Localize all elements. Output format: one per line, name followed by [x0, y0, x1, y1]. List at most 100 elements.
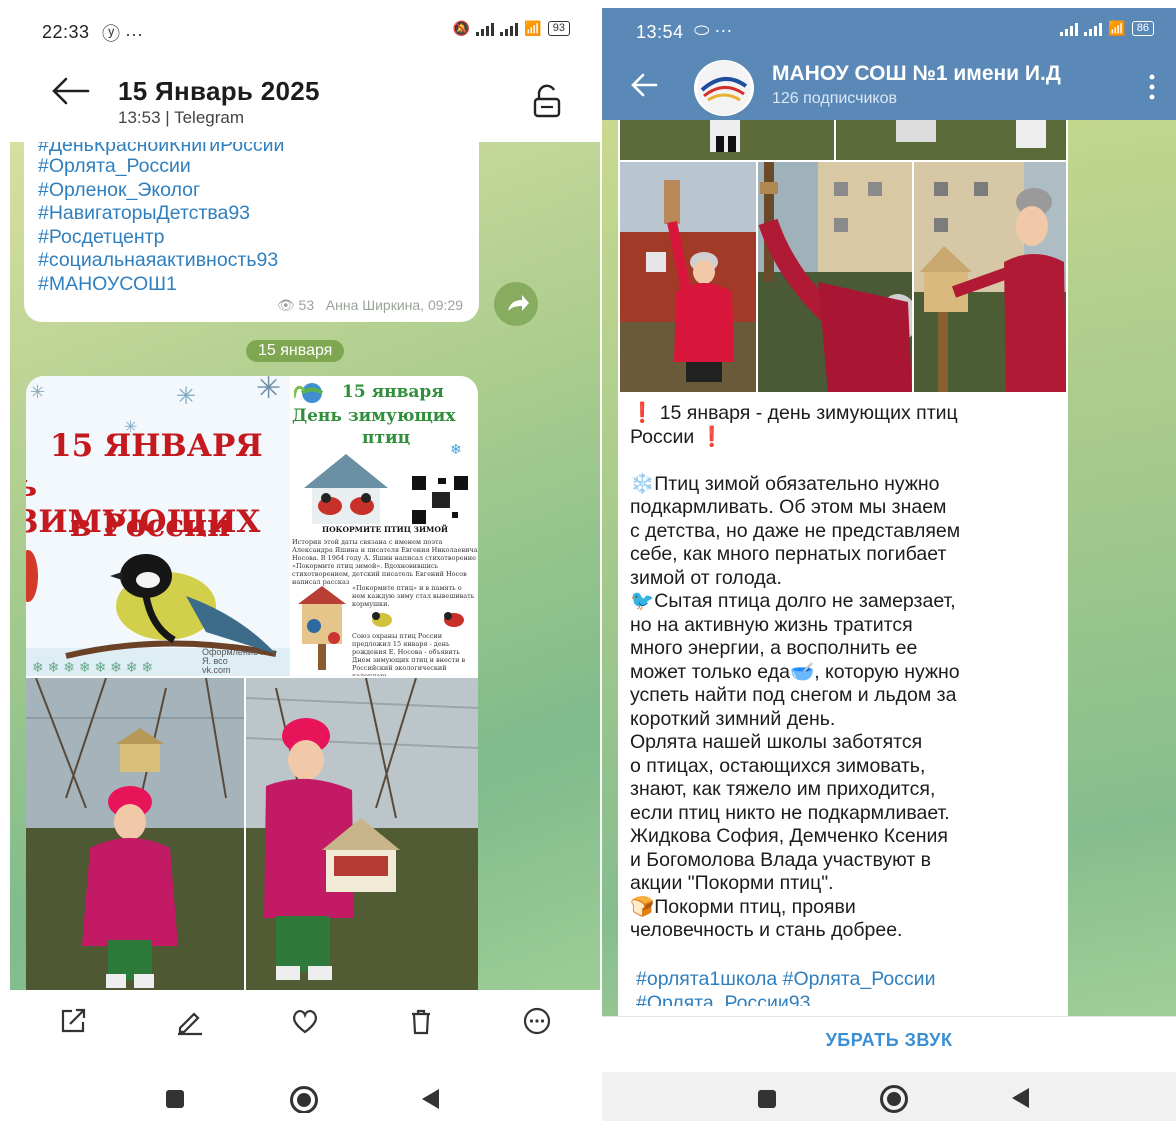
hashtag-list: #ДеньКрасноиКнигиРоссии #Орлята_России #…: [38, 142, 465, 296]
photo-content: [758, 162, 912, 392]
views-count: 53: [298, 297, 315, 313]
message-meta: 👁 53 Анна Ширкина, 09:29: [277, 297, 463, 314]
poster-text: История этой даты связана с именем поэта…: [292, 538, 478, 586]
system-nav-bar: [10, 1050, 600, 1113]
poster-title: День зимующих: [292, 406, 456, 426]
photo-content: [914, 162, 1066, 392]
poster-text: «Покормите птиц» и в память о нем каждую…: [352, 584, 475, 608]
photo-girl-feeder-b[interactable]: [914, 162, 1066, 392]
battery-icon: 86: [1131, 21, 1154, 36]
page-title: 15 Январь 2025: [118, 76, 320, 106]
svg-text:✳: ✳: [256, 376, 281, 405]
feeder-caption: ПОКОРМИТЕ ПТИЦ ЗИМОЙ: [322, 525, 448, 534]
poster-birds-day[interactable]: ✳ ✳ ✳ ✳ ❄ ❄ ❄ ❄ ❄ ❄ ❄ ❄ 15 ЯНВАРЯ ь ЗИМУ…: [26, 376, 290, 676]
heart-icon[interactable]: [290, 1006, 320, 1036]
share-icon[interactable]: [58, 1006, 88, 1036]
page-subtitle: 13:53 | Telegram: [118, 108, 245, 127]
photo-content: [896, 120, 1046, 148]
wifi-icon: 📶: [524, 20, 542, 36]
girl-photo: [26, 678, 244, 990]
status-icons: 🔕 📶 93: [453, 20, 570, 37]
kebab-menu-icon[interactable]: [1148, 72, 1156, 102]
prev-message-bubble: #ДеньКрасноиКнигиРоссии #Орлята_России #…: [24, 142, 479, 322]
back-nav-icon[interactable]: [1012, 1088, 1029, 1108]
home-nav-icon[interactable]: [880, 1085, 908, 1113]
photo-content: [620, 180, 756, 392]
birdhouse-illustration: [298, 586, 346, 670]
system-nav-bar: [602, 1072, 1176, 1121]
back-arrow-icon[interactable]: [630, 72, 658, 98]
hashtag[interactable]: #Орленок_Эколог: [38, 179, 465, 203]
channel-screen: 13:54 ⬭ ··· 📶 86 МАНОУ СОШ №1 имени И.Д …: [602, 8, 1176, 1121]
back-nav-icon[interactable]: [422, 1089, 439, 1109]
signal-icon: [476, 22, 495, 36]
mute-button[interactable]: УБРАТЬ ЗВУК: [602, 1016, 1176, 1072]
channel-avatar[interactable]: [694, 60, 754, 116]
signal-icon: [1060, 22, 1079, 36]
recents-nav-icon[interactable]: [758, 1090, 776, 1108]
unlock-icon[interactable]: [532, 84, 562, 118]
status-time: 13:54: [636, 22, 684, 42]
subscriber-count: 126 подписчиков: [772, 90, 897, 107]
hashtag[interactable]: #НавигаторыДетства93: [38, 202, 465, 226]
hashtag[interactable]: #МАНОУСОШ1: [38, 273, 465, 297]
hashtag[interactable]: #орлята1школа #Орлята_России: [636, 968, 1066, 992]
channel-title[interactable]: МАНОУ СОШ №1 имени И.Д: [772, 62, 1117, 86]
post-text: ❗ 15 января - день зимующих птиц России …: [630, 402, 961, 941]
status-time: 22:33: [42, 22, 90, 42]
media-album: ✳ ✳ ✳ ✳ ❄ ❄ ❄ ❄ ❄ ❄ ❄ ❄ 15 ЯНВАРЯ ь ЗИМУ…: [26, 376, 478, 990]
back-arrow-icon[interactable]: [50, 76, 90, 106]
status-extra: ⬭ ···: [694, 20, 733, 40]
more-icon[interactable]: [522, 1006, 552, 1036]
photo-top-left[interactable]: [620, 120, 834, 160]
status-icons: 📶 86: [1060, 20, 1154, 37]
hashtag[interactable]: #социальнаяактивность93: [38, 249, 465, 273]
photo-content: [710, 120, 740, 152]
hashtag[interactable]: #ДеньКрасноиКнигиРоссии: [38, 142, 465, 155]
school-logo: [697, 61, 751, 115]
poster-info[interactable]: 15 января День зимующих птиц ❄ ПОКОРМИТЕ…: [292, 376, 478, 676]
signal-icon: [500, 22, 519, 36]
mute-icon: 🔕: [452, 20, 471, 36]
chat-area: #ДеньКрасноиКнигиРоссии #Орлята_России #…: [10, 142, 600, 990]
edit-icon[interactable]: [174, 1006, 204, 1036]
gallery-header: 15 Январь 2025 13:53 | Telegram: [10, 56, 600, 142]
photo-girl-bottle[interactable]: [620, 162, 756, 392]
gallery-screen: 22:33 ⓨ ··· 🔕 📶 93 15 Январь 2025 13:53 …: [10, 8, 600, 1113]
birds-illustration: [372, 612, 464, 627]
date-separator: 15 января: [246, 340, 345, 362]
globe-icon: [294, 383, 324, 403]
forward-icon: [508, 295, 529, 311]
photo-girl-feeder-1[interactable]: [26, 678, 244, 990]
svg-text:❄: ❄: [450, 441, 462, 457]
girl-photo: [246, 678, 478, 990]
poster-credit: Оформление г Я. всо vk.com: [202, 647, 264, 675]
hashtag[interactable]: #Орлята_России: [38, 155, 465, 179]
status-extra: ⓨ ···: [102, 24, 143, 44]
gallery-toolbar: [10, 990, 600, 1050]
svg-text:✳: ✳: [30, 382, 45, 402]
recents-nav-icon[interactable]: [166, 1090, 184, 1108]
eye-icon: 👁: [276, 297, 295, 313]
home-nav-icon[interactable]: [290, 1086, 318, 1113]
forward-button[interactable]: [494, 282, 538, 326]
wifi-icon: 📶: [1108, 20, 1126, 36]
post-hashtags: #орлята1школа #Орлята_России #Орлята_Рос…: [636, 968, 1066, 1006]
photo-girl-feeder-2[interactable]: [246, 678, 478, 990]
poster-date: 15 января: [342, 382, 444, 402]
battery-icon: 93: [547, 21, 570, 36]
photo-top-right[interactable]: [836, 120, 1066, 160]
svg-text:✳: ✳: [176, 383, 196, 410]
poster-text: Союз охраны птиц России предложил 15 янв…: [352, 632, 466, 676]
trash-icon[interactable]: [406, 1006, 436, 1036]
author-time: Анна Ширкина, 09:29: [325, 297, 463, 313]
hashtag[interactable]: #Росдетцентр: [38, 226, 465, 250]
channel-header: МАНОУ СОШ №1 имени И.Д 126 подписчиков: [602, 56, 1176, 120]
photo-grid: [620, 120, 1066, 392]
status-bar: 13:54 ⬭ ··· 📶 86: [602, 8, 1176, 56]
poster-line: 15 ЯНВАРЯ: [50, 428, 263, 464]
post-bubble: ❗ 15 января - день зимующих птиц России …: [618, 120, 1068, 1016]
photo-girl-feeder-a[interactable]: [758, 162, 912, 392]
hashtag[interactable]: #Орлята_России93: [636, 992, 1066, 1006]
signal-icon: [1084, 22, 1103, 36]
